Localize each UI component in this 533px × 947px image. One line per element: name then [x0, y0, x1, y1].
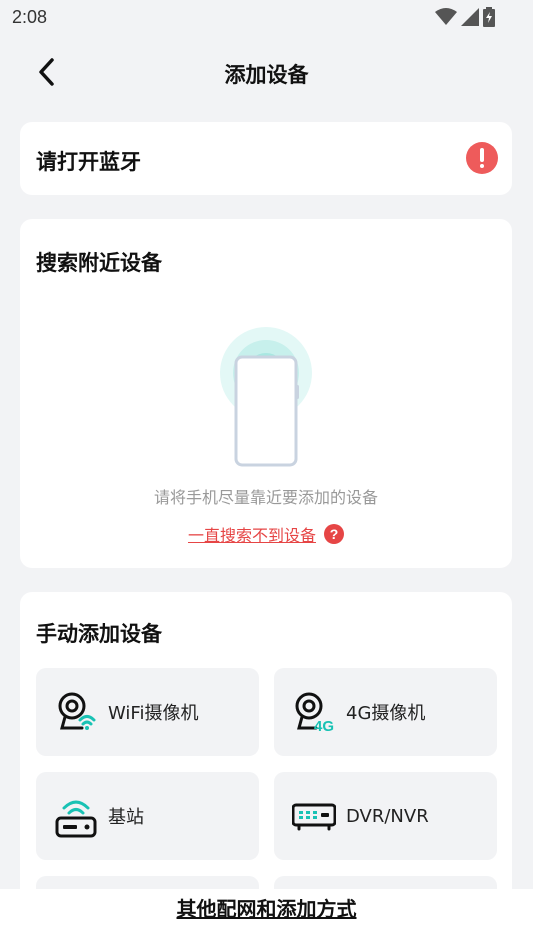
page-title: 添加设备: [224, 63, 309, 87]
device-tile-wifi-camera[interactable]: WiFi摄像机: [36, 668, 259, 756]
other-methods-link[interactable]: 其他配网和添加方式: [0, 893, 533, 922]
base-station-icon: [54, 794, 98, 838]
navigation-bar: 添加设备: [0, 44, 533, 102]
search-hint: 请将手机尽量靠近要添加的设备: [153, 488, 378, 507]
bluetooth-label: 请打开蓝牙: [36, 150, 141, 174]
help-icon[interactable]: ?: [324, 524, 344, 544]
cell-signal-icon: [461, 8, 479, 26]
alert-icon: [466, 142, 498, 174]
nearby-search-card: 搜索附近设备 请将手机尽量靠近要添加的设备 一直搜索不到设备 ?: [20, 219, 512, 568]
device-tile-dvr-nvr[interactable]: DVR/NVR: [274, 772, 497, 860]
dvr-nvr-icon: [292, 794, 336, 838]
manual-add-card: 手动添加设备 WiFi摄像机 4G 4G摄像机 基站 DVR/NVR: [20, 592, 512, 912]
wifi-signal-icon: [435, 8, 457, 25]
bluetooth-alert-card[interactable]: 请打开蓝牙: [20, 122, 512, 195]
wifi-camera-icon: [54, 690, 98, 734]
status-icons: [435, 7, 495, 27]
phone-search-illustration: [220, 327, 312, 467]
search-section-title: 搜索附近设备: [36, 251, 162, 275]
status-bar: 2:08: [0, 0, 533, 36]
device-label: 基站: [108, 807, 144, 828]
device-label: WiFi摄像机: [108, 703, 199, 724]
device-label: DVR/NVR: [346, 805, 429, 827]
svg-text:4G: 4G: [314, 718, 334, 734]
status-time: 2:08: [12, 7, 48, 27]
manual-section-title: 手动添加设备: [36, 622, 162, 646]
cannot-find-device-link[interactable]: 一直搜索不到设备: [188, 522, 316, 546]
battery-icon: [483, 7, 495, 27]
device-tile-4g-camera[interactable]: 4G 4G摄像机: [274, 668, 497, 756]
bottom-bar: 其他配网和添加方式: [0, 889, 533, 947]
device-label: 4G摄像机: [346, 703, 426, 724]
not-found-row: 一直搜索不到设备 ?: [20, 522, 512, 546]
device-tile-base-station[interactable]: 基站: [36, 772, 259, 860]
4g-camera-icon: 4G: [292, 690, 336, 734]
